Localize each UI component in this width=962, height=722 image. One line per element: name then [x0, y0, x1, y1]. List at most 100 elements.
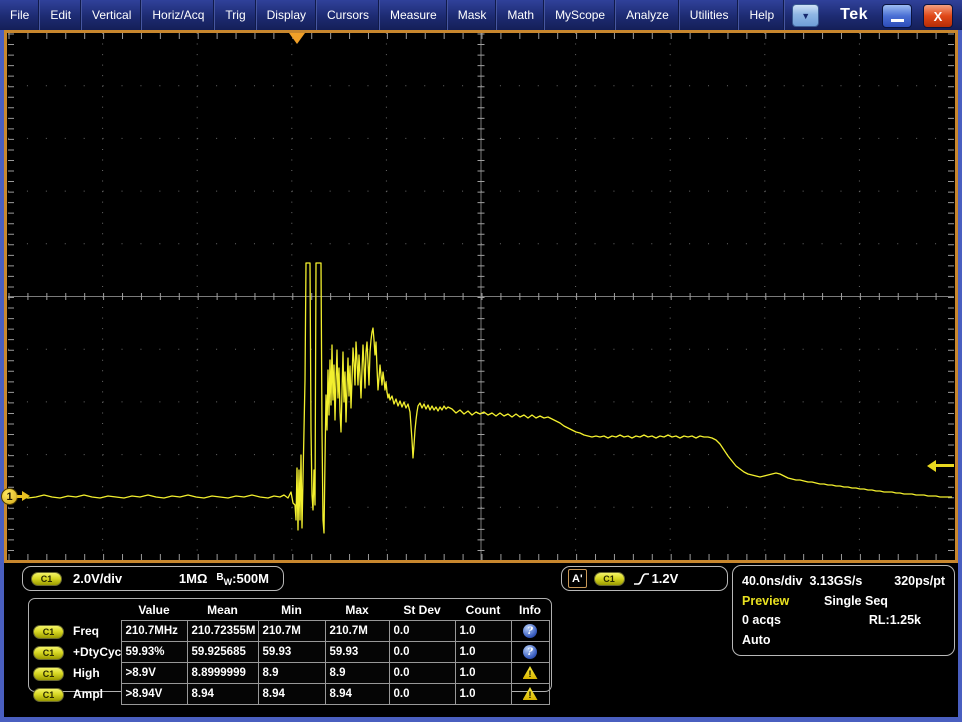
- measurement-value: 210.7M: [325, 621, 389, 642]
- menu-item-help[interactable]: Help: [739, 0, 785, 30]
- measurement-table: ValueMeanMinMaxSt DevCountInfo C1 Freq 210…: [28, 598, 552, 692]
- channel-badge: C1: [33, 646, 64, 660]
- measurement-name: C1 +DtyCyc: [31, 642, 121, 663]
- menu-item-horiz-acq[interactable]: Horiz/Acq: [142, 0, 215, 30]
- menu-more-button[interactable]: ▼: [792, 4, 819, 27]
- trigger-mode: Auto: [742, 633, 770, 647]
- trigger-position-marker[interactable]: [289, 33, 305, 44]
- measurement-row: C1Freq210.7MHz210.72355M210.7M210.7M0.01…: [31, 621, 549, 642]
- menu-bar: FileEditVerticalHoriz/AcqTrigDisplayCurs…: [0, 0, 962, 30]
- menu-item-vertical[interactable]: Vertical: [82, 0, 142, 30]
- menu-item-trig[interactable]: Trig: [215, 0, 256, 30]
- trigger-channel-badge: C1: [594, 572, 625, 586]
- measurement-name: C1 Ampl: [31, 684, 121, 705]
- info-cell: ?: [511, 621, 549, 642]
- column-header-count: Count: [455, 600, 511, 621]
- menu-item-mask[interactable]: Mask: [448, 0, 498, 30]
- preview-status: Preview: [742, 594, 824, 608]
- measurement-name: C1 High: [31, 663, 121, 684]
- measurement-value: 0.0: [389, 642, 455, 663]
- measurement-name: C1 Freq: [31, 621, 121, 642]
- sample-rate: 3.13GS/s: [809, 574, 862, 588]
- tek-logo: Tek: [840, 6, 868, 24]
- question-icon[interactable]: ?: [523, 645, 537, 659]
- warning-icon[interactable]: !: [523, 687, 538, 700]
- channel-1-arrow-icon: [22, 491, 30, 501]
- trigger-level-value: 1.2V: [652, 571, 679, 586]
- ch1-waveform-trace: [12, 263, 952, 533]
- channel-badge: C1: [33, 667, 64, 681]
- measurement-label: Ampl: [73, 687, 103, 701]
- record-length: RL:1.25k: [869, 613, 921, 627]
- menu-item-measure[interactable]: Measure: [380, 0, 448, 30]
- trigger-level-arrow-shaft: [935, 464, 954, 467]
- channel-impedance: 1MΩ: [179, 571, 207, 586]
- measurement-value: 59.93: [325, 642, 389, 663]
- measurement-value: >8.9V: [121, 663, 187, 684]
- chevron-down-icon: ▼: [801, 11, 810, 21]
- channel-badge: C1: [33, 625, 64, 639]
- channel-bandwidth: BW:500M: [216, 571, 269, 587]
- rising-edge-icon: [633, 571, 650, 587]
- measurement-label: High: [73, 666, 100, 680]
- info-cell: ?: [511, 642, 549, 663]
- measurement-label: Freq: [73, 624, 99, 638]
- measurement-value: 0.0: [389, 663, 455, 684]
- graticule: [8, 33, 954, 560]
- oscilloscope-screen: FileEditVerticalHoriz/AcqTrigDisplayCurs…: [0, 0, 962, 722]
- timebase: 40.0ns/div: [742, 574, 802, 588]
- measurement-label: +DtyCyc: [73, 645, 121, 659]
- measurement-value: 8.94: [325, 684, 389, 705]
- menu-items: FileEditVerticalHoriz/AcqTrigDisplayCurs…: [0, 0, 785, 30]
- measurement-row: C1Ampl>8.94V8.948.948.940.01.0!: [31, 684, 549, 705]
- measurement-value: 0.0: [389, 621, 455, 642]
- trigger-source-badge: A': [568, 569, 587, 588]
- info-cell: !: [511, 684, 549, 705]
- measurement-value: 1.0: [455, 663, 511, 684]
- menu-item-analyze[interactable]: Analyze: [616, 0, 680, 30]
- column-header-mean: Mean: [187, 600, 258, 621]
- menu-item-utilities[interactable]: Utilities: [680, 0, 740, 30]
- channel-badge: C1: [31, 572, 62, 586]
- channel-badge: C1: [33, 688, 64, 702]
- info-cell: !: [511, 663, 549, 684]
- menu-item-math[interactable]: Math: [497, 0, 545, 30]
- channel-1-position-marker[interactable]: 1: [1, 488, 33, 506]
- column-header-info: Info: [511, 600, 549, 621]
- menu-item-edit[interactable]: Edit: [40, 0, 82, 30]
- column-header-value: Value: [121, 600, 187, 621]
- channel-readout[interactable]: C1 2.0V/div 1MΩ BW:500M: [22, 566, 284, 591]
- measurement-value: 210.7M: [258, 621, 325, 642]
- close-icon: X: [934, 9, 943, 24]
- measurement-value: 59.93%: [121, 642, 187, 663]
- menu-item-myscope[interactable]: MyScope: [545, 0, 616, 30]
- column-header-min: Min: [258, 600, 325, 621]
- measurement-value: 8.94: [187, 684, 258, 705]
- measurement-value: 1.0: [455, 621, 511, 642]
- acquisition-count: 0 acqs: [742, 613, 781, 627]
- menu-item-file[interactable]: File: [0, 0, 40, 30]
- trigger-level-marker[interactable]: [927, 460, 954, 472]
- question-icon[interactable]: ?: [523, 624, 537, 638]
- close-button[interactable]: X: [923, 4, 953, 28]
- measurement-value: 1.0: [455, 642, 511, 663]
- measurement-row: C1+DtyCyc59.93%59.92568559.9359.930.01.0…: [31, 642, 549, 663]
- column-header-max: Max: [325, 600, 389, 621]
- menu-item-cursors[interactable]: Cursors: [317, 0, 380, 30]
- measurement-value: 1.0: [455, 684, 511, 705]
- measurement-value: 8.9: [325, 663, 389, 684]
- minimize-button[interactable]: [882, 4, 912, 28]
- window-border-bottom: [0, 717, 962, 722]
- measurement-value: >8.94V: [121, 684, 187, 705]
- menu-item-display[interactable]: Display: [257, 0, 317, 30]
- horizontal-readout[interactable]: 40.0ns/div 3.13GS/s 320ps/pt Preview Sin…: [732, 565, 955, 656]
- sample-resolution: 320ps/pt: [894, 574, 945, 588]
- warning-icon[interactable]: !: [523, 666, 538, 679]
- trigger-readout[interactable]: A' C1 1.2V: [561, 566, 728, 591]
- channel-scale: 2.0V/div: [73, 571, 122, 586]
- measurement-value: 210.7MHz: [121, 621, 187, 642]
- channel-1-badge: 1: [1, 488, 18, 505]
- measurement-value: 210.72355M: [187, 621, 258, 642]
- measurement-value: 8.9: [258, 663, 325, 684]
- column-header-st-dev: St Dev: [389, 600, 455, 621]
